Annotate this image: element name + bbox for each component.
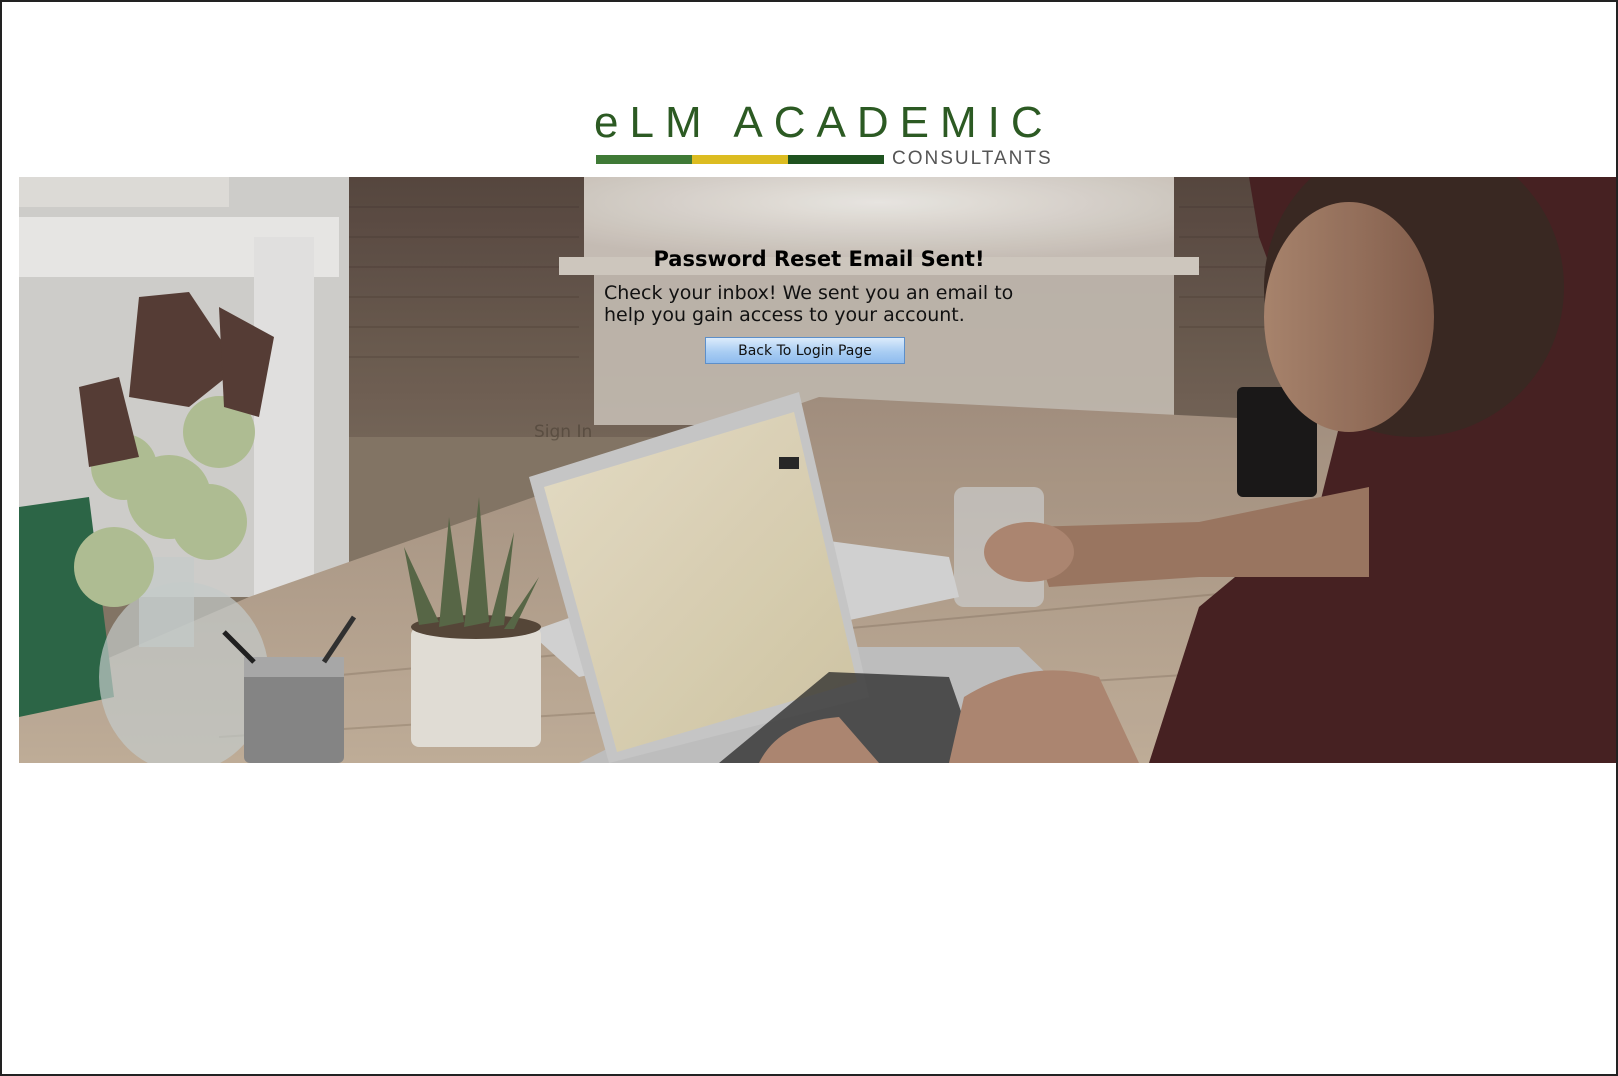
logo-bar-yellow xyxy=(692,155,788,164)
page-frame: eLM ACADEMIC CONSULTANTS Sign In Passwor… xyxy=(0,0,1618,1076)
logo-subtitle: CONSULTANTS xyxy=(892,148,1053,169)
logo-bar-green xyxy=(596,155,692,164)
hero-image: Sign In Password Reset Email Sent! Check… xyxy=(19,177,1616,763)
ghost-sign-in-label: Sign In xyxy=(534,422,593,442)
brand-logo: eLM ACADEMIC CONSULTANTS xyxy=(594,98,1051,170)
reset-heading: Password Reset Email Sent! xyxy=(653,247,985,271)
logo-title: eLM ACADEMIC xyxy=(594,98,1054,147)
logo-bar-dark-green xyxy=(788,155,884,164)
reset-message: Check your inbox! We sent you an email t… xyxy=(604,282,1014,326)
back-to-login-button[interactable]: Back To Login Page xyxy=(705,337,905,364)
